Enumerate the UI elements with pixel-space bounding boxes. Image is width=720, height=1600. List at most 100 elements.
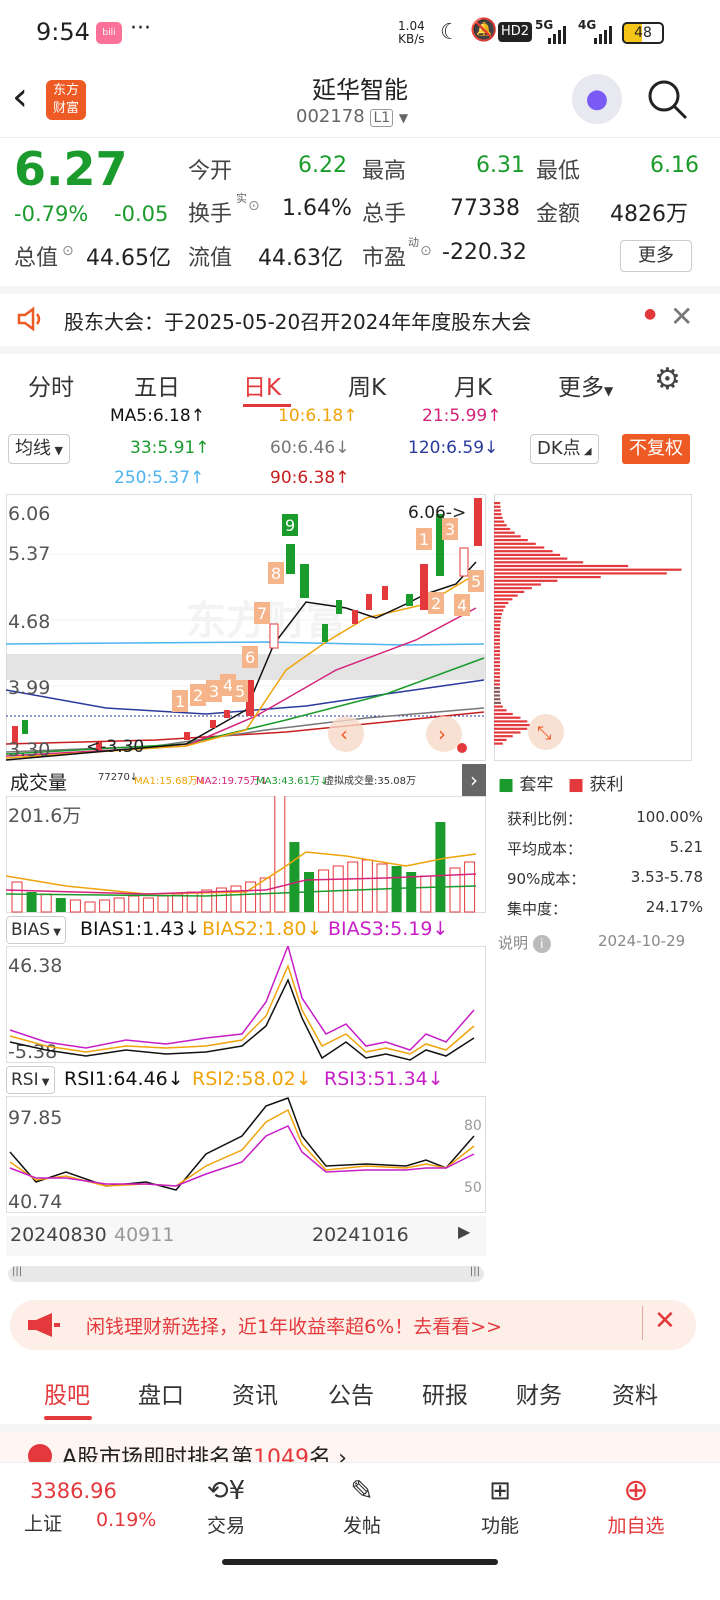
volume-bar <box>40 893 52 913</box>
chip-bar <box>494 716 521 719</box>
info-icon[interactable]: ⊙ <box>248 198 260 214</box>
bias-select[interactable]: BIAS ▼ <box>6 916 66 944</box>
info-icon[interactable]: ⊙ <box>420 243 432 259</box>
chip-bar <box>494 705 503 708</box>
rsi-level-80: 80 <box>464 1118 482 1134</box>
chip-bar <box>494 635 501 638</box>
fuquan-button[interactable]: 不复权 <box>622 434 690 464</box>
svg-text:6: 6 <box>245 648 255 667</box>
tab-announcements[interactable]: 公告 <box>328 1376 374 1410</box>
tab-news[interactable]: 资讯 <box>232 1376 278 1410</box>
tab-intraday[interactable]: 分时 <box>28 368 74 402</box>
volume-bar <box>435 822 446 912</box>
scroll-handle-left[interactable]: ||| <box>12 1266 22 1277</box>
tab-pankou[interactable]: 盘口 <box>138 1376 184 1410</box>
chip-distribution-chart[interactable]: ⤡ <box>494 494 692 762</box>
post-button[interactable]: ✎ 发帖 <box>322 1471 402 1538</box>
megaphone-icon <box>28 1313 60 1337</box>
promo-banner[interactable]: 闲钱理财新选择，近1年收益率超6%！去看看>> ✕ <box>10 1300 696 1350</box>
play-icon[interactable]: ▶ <box>458 1222 470 1241</box>
banner-text: 闲钱理财新选择，近1年收益率超6%！去看看>> <box>86 1316 503 1338</box>
chip-bar <box>494 583 541 586</box>
more-button[interactable]: 更多 <box>620 240 692 272</box>
close-icon[interactable]: ✕ <box>654 1306 676 1336</box>
grid-icon: ⊞ <box>489 1476 511 1506</box>
ma33-label: 33:5.91↑ <box>130 438 210 458</box>
svg-text:5: 5 <box>235 682 245 701</box>
volume-bar <box>84 901 96 913</box>
chip-bar <box>494 687 501 690</box>
info-icon: i <box>532 935 551 953</box>
tab-indicator <box>44 1416 92 1420</box>
collapse-arrow-icon[interactable]: › <box>462 764 486 796</box>
chip-date: 2024-10-29 <box>598 932 686 950</box>
tab-daily-k[interactable]: 日K <box>243 368 281 402</box>
open-label: 今开 <box>188 159 233 184</box>
robot-assistant-icon[interactable]: ● <box>572 74 622 124</box>
chip-bar <box>494 572 667 575</box>
explain-link[interactable]: 说明 i <box>498 932 551 953</box>
date-label: 40911 <box>114 1224 175 1246</box>
rsi-ymax: 97.85 <box>8 1107 62 1129</box>
search-icon[interactable] <box>646 78 690 122</box>
bilibili-icon: bili <box>96 22 122 44</box>
add-watchlist-button[interactable]: ⊕ 加自选 <box>596 1471 676 1538</box>
trade-button[interactable]: ⟲¥ 交易 <box>186 1471 266 1538</box>
functions-button[interactable]: ⊞ 功能 <box>460 1471 540 1538</box>
dk-point-select[interactable]: DK点 ◢ <box>530 434 599 464</box>
tab-five-day[interactable]: 五日 <box>134 368 180 402</box>
low-annotation: <-3.30 <box>86 737 144 757</box>
tab-monthly-k[interactable]: 月K <box>454 368 492 402</box>
chip-bar <box>494 731 521 734</box>
scroll-handle-right[interactable]: ||| <box>470 1266 480 1277</box>
info-icon[interactable]: ⊙ <box>62 243 74 259</box>
chip-bar <box>494 646 501 649</box>
pe-sup: 动 <box>408 236 419 249</box>
volume-bar <box>420 875 432 913</box>
stock-code[interactable]: 002178 L1 ▼ <box>296 106 408 127</box>
tab-finance[interactable]: 财务 <box>516 1376 562 1410</box>
gear-icon[interactable]: ⚙ <box>654 362 681 397</box>
chip-bar <box>494 668 500 671</box>
rsi-select[interactable]: RSI ▼ <box>6 1066 55 1094</box>
more-notifications-icon: ··· <box>130 16 151 41</box>
ma5-label: MA5:6.18↑ <box>110 406 205 426</box>
svg-text:4: 4 <box>223 676 233 695</box>
chip-bar <box>494 742 503 745</box>
chip-bar <box>494 631 501 634</box>
svg-text:2: 2 <box>193 686 203 705</box>
tab-weekly-k[interactable]: 周K <box>348 368 386 402</box>
tab-guba[interactable]: 股吧 <box>44 1376 90 1410</box>
ranking-peek[interactable]: A股市场即时排名第1049名 › <box>0 1424 720 1464</box>
chip-bar <box>494 587 532 590</box>
chip-bar <box>494 675 500 679</box>
kline-chart[interactable]: 东方财富 1 2 3 4 5 7 6 8 9 1 2 3 4 5 6.06 5.… <box>6 494 486 762</box>
mute-bell-icon: 🔕 <box>470 18 498 43</box>
index-value[interactable]: 3386.96 <box>30 1479 117 1503</box>
svg-text:1: 1 <box>419 530 429 549</box>
current-price: 6.27 <box>14 142 128 196</box>
vol-value: 77270↓ <box>98 772 139 783</box>
y-label: 5.37 <box>8 543 50 565</box>
open-value: 6.22 <box>298 153 347 178</box>
chip-bar <box>494 550 553 553</box>
net-speed: 1.04 KB/s <box>398 19 425 46</box>
turnover-value: 1.64% <box>282 196 352 221</box>
chip-bar <box>494 535 521 538</box>
float-label: 流值 <box>188 246 233 271</box>
chip-bar <box>494 539 528 542</box>
chip-bar <box>494 527 511 531</box>
tab-research[interactable]: 研报 <box>422 1376 468 1410</box>
close-icon[interactable]: ✕ <box>670 300 693 333</box>
ma-select[interactable]: 均线 ▼ <box>8 434 70 464</box>
chip-bar <box>494 620 501 623</box>
notice-bar[interactable]: 股东大会：于2025-05-20召开2024年年度股东大会 ● ✕ <box>0 286 720 344</box>
add-circle-icon: ⊕ <box>623 1473 649 1508</box>
tab-more[interactable]: 更多▼ <box>558 368 613 402</box>
moon-icon: ☾ <box>440 20 460 45</box>
chart-scrollbar[interactable]: ||| ||| <box>8 1266 484 1282</box>
legend-profit: ■ 获利 <box>568 775 624 795</box>
chip-bar <box>494 724 530 727</box>
tab-profile[interactable]: 资料 <box>612 1376 658 1410</box>
chip-bar <box>494 738 507 741</box>
